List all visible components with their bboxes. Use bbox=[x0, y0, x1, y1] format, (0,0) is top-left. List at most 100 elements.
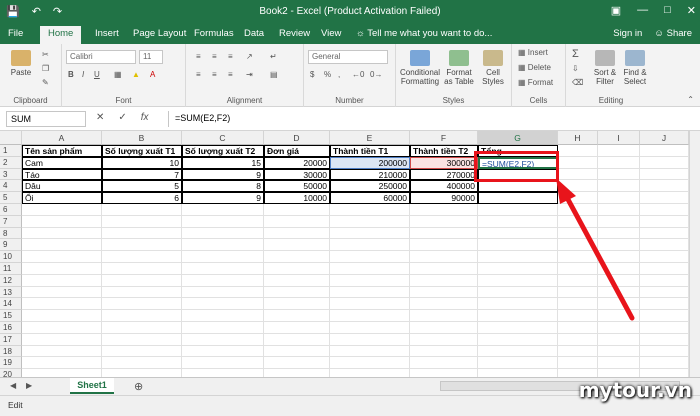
cell-h4[interactable] bbox=[558, 180, 598, 193]
cell-d8[interactable] bbox=[264, 227, 330, 240]
cell-e10[interactable] bbox=[330, 251, 410, 263]
cell-d12[interactable] bbox=[264, 274, 330, 287]
cell-h5[interactable] bbox=[558, 192, 598, 204]
comma-style-icon[interactable]: , bbox=[338, 70, 340, 79]
cell-e18[interactable] bbox=[330, 345, 410, 358]
row-header-14[interactable]: 14 bbox=[0, 298, 22, 311]
cell-h17[interactable] bbox=[558, 333, 598, 346]
cell-i12[interactable] bbox=[598, 274, 640, 287]
cell-b11[interactable] bbox=[102, 263, 182, 275]
cell-j11[interactable] bbox=[640, 263, 689, 275]
cell-g8[interactable] bbox=[478, 227, 558, 240]
add-sheet-icon[interactable]: ⊕ bbox=[134, 380, 143, 393]
cell-c7[interactable] bbox=[182, 215, 264, 228]
cell-b16[interactable] bbox=[102, 322, 182, 334]
close-icon[interactable]: ✕ bbox=[687, 4, 696, 17]
decrease-decimal-icon[interactable]: 0→ bbox=[370, 70, 382, 79]
align-left-icon[interactable]: ≡ bbox=[196, 70, 201, 79]
sheet-tab-sheet1[interactable]: Sheet1 bbox=[70, 378, 114, 394]
cell-b9[interactable] bbox=[102, 239, 182, 252]
cell-g7[interactable] bbox=[478, 215, 558, 228]
cell-g14[interactable] bbox=[478, 298, 558, 311]
cell-d19[interactable] bbox=[264, 357, 330, 370]
tab-view[interactable]: View bbox=[321, 28, 341, 39]
align-middle-icon[interactable]: ≡ bbox=[212, 52, 217, 61]
cell-c10[interactable] bbox=[182, 251, 264, 263]
cell-b4[interactable]: 5 bbox=[102, 180, 182, 193]
cell-e16[interactable] bbox=[330, 322, 410, 334]
cell-j13[interactable] bbox=[640, 286, 689, 299]
cell-f14[interactable] bbox=[410, 298, 478, 311]
cell-f7[interactable] bbox=[410, 215, 478, 228]
cell-a17[interactable] bbox=[22, 333, 102, 346]
cell-d13[interactable] bbox=[264, 286, 330, 299]
cell-f16[interactable] bbox=[410, 322, 478, 334]
cell-d15[interactable] bbox=[264, 310, 330, 322]
cell-i3[interactable] bbox=[598, 168, 640, 181]
row-header-18[interactable]: 18 bbox=[0, 345, 22, 358]
font-size-select[interactable]: 11 bbox=[139, 50, 163, 64]
cell-a1[interactable]: Tên sản phẩm bbox=[22, 145, 102, 157]
cell-c18[interactable] bbox=[182, 345, 264, 358]
cell-d10[interactable] bbox=[264, 251, 330, 263]
cell-j19[interactable] bbox=[640, 357, 689, 370]
cell-a13[interactable] bbox=[22, 286, 102, 299]
cell-i5[interactable] bbox=[598, 192, 640, 204]
cell-e11[interactable] bbox=[330, 263, 410, 275]
cell-g4[interactable] bbox=[478, 180, 558, 193]
cell-e12[interactable] bbox=[330, 274, 410, 287]
row-header-5[interactable]: 5 bbox=[0, 192, 22, 204]
cell-d9[interactable] bbox=[264, 239, 330, 252]
cell-f8[interactable] bbox=[410, 227, 478, 240]
cell-f18[interactable] bbox=[410, 345, 478, 358]
number-format-select[interactable]: General bbox=[308, 50, 388, 64]
cell-i9[interactable] bbox=[598, 239, 640, 252]
cell-d4[interactable]: 50000 bbox=[264, 180, 330, 193]
cell-i11[interactable] bbox=[598, 263, 640, 275]
name-box[interactable]: SUM bbox=[6, 111, 86, 127]
column-header-c[interactable]: C bbox=[182, 131, 264, 145]
cell-b17[interactable] bbox=[102, 333, 182, 346]
row-header-10[interactable]: 10 bbox=[0, 251, 22, 263]
font-color-icon[interactable]: A bbox=[150, 70, 155, 79]
cell-d6[interactable] bbox=[264, 204, 330, 216]
autosum-icon[interactable]: Σ bbox=[572, 48, 579, 60]
ribbon-display-icon[interactable]: ▣ bbox=[611, 4, 621, 17]
cell-d3[interactable]: 30000 bbox=[264, 168, 330, 181]
tab-home[interactable]: Home bbox=[40, 26, 82, 44]
cell-j3[interactable] bbox=[640, 168, 689, 181]
cell-j2[interactable] bbox=[640, 156, 689, 169]
cell-d7[interactable] bbox=[264, 215, 330, 228]
cell-d11[interactable] bbox=[264, 263, 330, 275]
cell-e14[interactable] bbox=[330, 298, 410, 311]
cell-e17[interactable] bbox=[330, 333, 410, 346]
cell-b20[interactable] bbox=[102, 369, 182, 377]
align-top-icon[interactable]: ≡ bbox=[196, 52, 201, 61]
cell-f19[interactable] bbox=[410, 357, 478, 370]
cell-i15[interactable] bbox=[598, 310, 640, 322]
row-header-11[interactable]: 11 bbox=[0, 263, 22, 275]
cell-g18[interactable] bbox=[478, 345, 558, 358]
fill-color-icon[interactable]: ▲ bbox=[132, 70, 140, 79]
insert-cells-button[interactable]: ▦ Insert bbox=[518, 48, 548, 57]
cell-a9[interactable] bbox=[22, 239, 102, 252]
row-header-9[interactable]: 9 bbox=[0, 239, 22, 252]
cell-d20[interactable] bbox=[264, 369, 330, 377]
enter-icon[interactable]: ✓ bbox=[118, 112, 126, 123]
cell-a12[interactable] bbox=[22, 274, 102, 287]
cell-e5[interactable]: 60000 bbox=[330, 192, 410, 204]
column-header-i[interactable]: I bbox=[598, 131, 640, 145]
increase-decimal-icon[interactable]: ←0 bbox=[352, 70, 364, 79]
cell-c5[interactable]: 9 bbox=[182, 192, 264, 204]
align-center-icon[interactable]: ≡ bbox=[212, 70, 217, 79]
cell-g12[interactable] bbox=[478, 274, 558, 287]
cell-a3[interactable]: Táo bbox=[22, 168, 102, 181]
cell-b7[interactable] bbox=[102, 215, 182, 228]
cell-j8[interactable] bbox=[640, 227, 689, 240]
cell-h11[interactable] bbox=[558, 263, 598, 275]
row-header-6[interactable]: 6 bbox=[0, 204, 22, 216]
align-bottom-icon[interactable]: ≡ bbox=[228, 52, 233, 61]
cell-a19[interactable] bbox=[22, 357, 102, 370]
tab-data[interactable]: Data bbox=[244, 28, 264, 39]
cell-g13[interactable] bbox=[478, 286, 558, 299]
